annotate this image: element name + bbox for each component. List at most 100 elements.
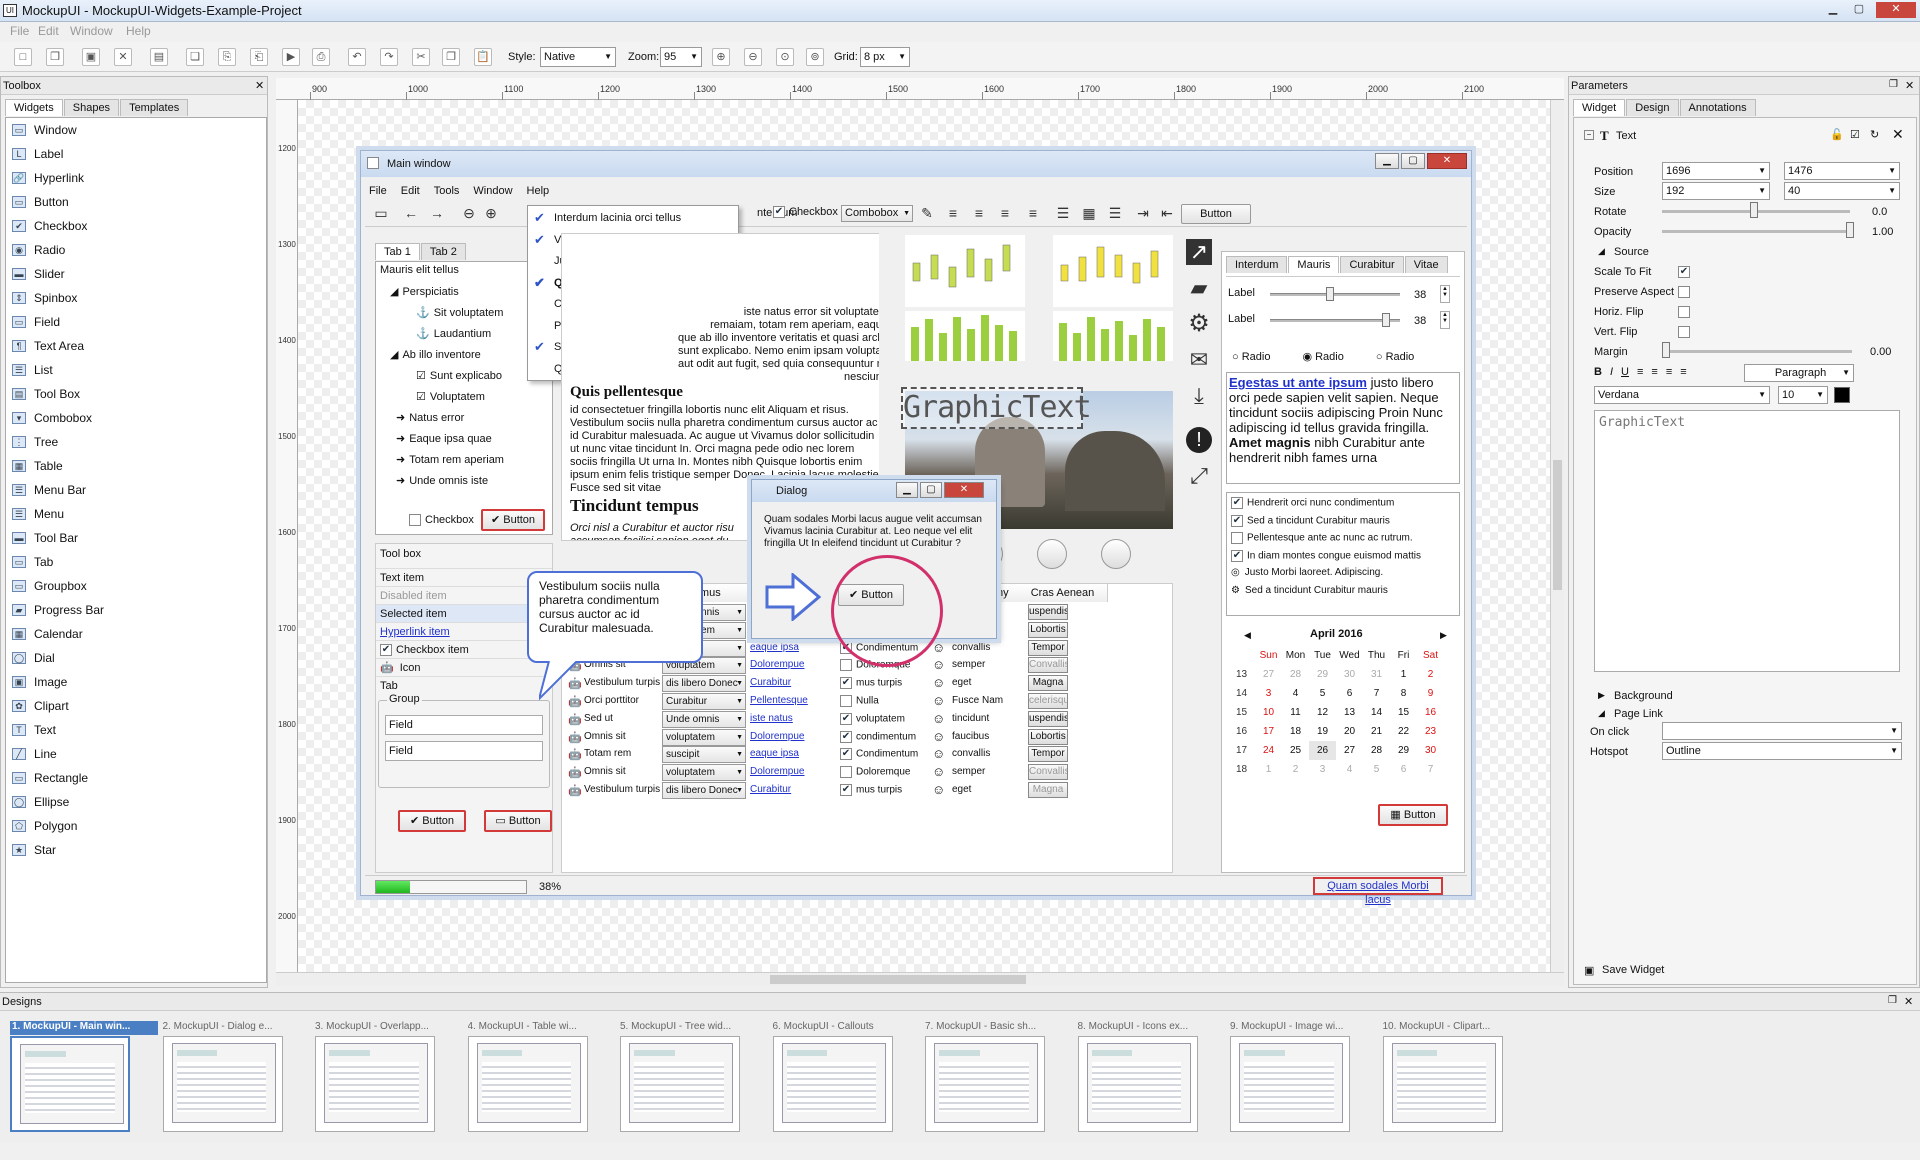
cal-prev-icon[interactable]: ◀ <box>1244 630 1251 641</box>
cal-day[interactable]: 23 <box>1417 722 1444 741</box>
onclick-select[interactable] <box>1662 722 1902 740</box>
align-center-icon[interactable]: ≡ <box>1651 366 1657 378</box>
size-h[interactable]: 40 <box>1784 182 1900 200</box>
opacity-handle[interactable] <box>1846 222 1854 238</box>
toolbox-close-icon[interactable]: ✕ <box>255 79 264 92</box>
position-y[interactable]: 1476 <box>1784 162 1900 180</box>
cal-day[interactable]: 26 <box>1309 741 1336 760</box>
redo-icon[interactable]: ↷ <box>380 48 398 66</box>
position-x[interactable]: 1696 <box>1662 162 1770 180</box>
tree-item[interactable]: ◢ Perspiciatis <box>390 285 459 298</box>
table-combo[interactable]: Unde omnis <box>662 710 746 728</box>
cal-day[interactable]: 14 <box>1363 703 1390 722</box>
fullscreen-icon[interactable]: ⤢ <box>1186 463 1212 489</box>
delete-icon[interactable]: ✕ <box>114 48 132 66</box>
table-link[interactable]: eaque ipsa <box>750 642 799 653</box>
cal-day[interactable]: 2 <box>1282 760 1309 779</box>
toolbox-item-hyperlink[interactable]: 🔗 Hyperlink <box>6 166 270 190</box>
radio-3[interactable]: ○ Radio <box>1376 351 1414 363</box>
table-button[interactable]: Convallis <box>1028 657 1068 674</box>
cal-day[interactable]: 1 <box>1255 760 1282 779</box>
tree-item[interactable]: ☑ Sunt explicabo <box>416 369 502 382</box>
cal-day[interactable]: 18 <box>1282 722 1309 741</box>
color-swatch[interactable] <box>1834 387 1850 403</box>
bold-icon[interactable]: B <box>1594 366 1602 378</box>
dialog-close-button[interactable]: ✕ <box>944 482 984 498</box>
checklist-item[interactable]: ⚙ Sed a tincidunt Curabitur mauris <box>1231 585 1388 596</box>
radio-1[interactable]: ○ Radio <box>1232 351 1270 363</box>
graphic-text-widget[interactable]: GraphicText <box>901 387 1092 429</box>
opacity-slider[interactable] <box>1662 230 1850 233</box>
table-combo[interactable]: dis libero Donec <box>662 782 746 799</box>
cal-day[interactable]: 1 <box>1390 665 1417 684</box>
cal-day[interactable]: 28 <box>1363 741 1390 760</box>
cal-day[interactable]: 4 <box>1336 760 1363 779</box>
cal-day[interactable]: 11 <box>1282 703 1309 722</box>
mock-toolbox-item[interactable]: Tab <box>376 676 552 694</box>
cal-day[interactable]: 7 <box>1363 684 1390 703</box>
fontsize-select[interactable]: 10 <box>1778 386 1828 404</box>
toolbox-item-combobox[interactable]: ▾ Combobox <box>6 406 270 430</box>
table-link[interactable]: Curabitur <box>750 784 791 795</box>
dial-4[interactable] <box>1101 539 1131 569</box>
table-button[interactable]: Lobortis <box>1028 728 1068 745</box>
align-right-icon[interactable]: ≡ <box>1025 205 1041 221</box>
slider-2-track[interactable] <box>1270 319 1400 322</box>
menu-edit[interactable]: Edit <box>38 24 59 38</box>
scale-checkbox[interactable]: ✔ <box>1678 266 1690 278</box>
table-button[interactable]: uspendiss <box>1028 604 1068 620</box>
align-justify-icon[interactable]: ≡ <box>1680 366 1686 378</box>
mock-close-button[interactable]: ✕ <box>1427 153 1467 169</box>
tree-item[interactable]: ➜ Natus error <box>396 411 464 424</box>
checklist-item[interactable]: ◎ Justo Morbi laoreet. Adipiscing. <box>1231 567 1383 578</box>
table-checkbox[interactable]: ✔ voluptatem <box>840 712 905 725</box>
mock-toolbox-item[interactable]: ✔ Checkbox item <box>376 640 552 658</box>
tab-widget[interactable]: Widget <box>1573 99 1626 116</box>
arrow-up-right-icon[interactable]: ↗ <box>1186 239 1212 265</box>
toolbox-item-rectangle[interactable]: ▭ Rectangle <box>6 766 270 790</box>
table-link[interactable]: iste natus <box>750 713 793 724</box>
toolbox-item-polygon[interactable]: ⬠ Polygon <box>6 814 270 838</box>
print-icon[interactable]: ⎙ <box>312 48 330 66</box>
tree-item[interactable]: ➜ Unde omnis iste <box>396 474 488 487</box>
minimize-button[interactable]: ▁ <box>1822 2 1844 18</box>
visible-check-icon[interactable]: ☑ <box>1850 128 1860 141</box>
right-tab[interactable]: Curabitur <box>1340 256 1404 273</box>
play-icon[interactable]: ▶ <box>282 48 300 66</box>
vflip-checkbox[interactable] <box>1678 326 1690 338</box>
cal-day[interactable]: 8 <box>1390 684 1417 703</box>
table-checkbox[interactable]: Doloremque <box>840 766 910 779</box>
radio-2[interactable]: ◉ Radio <box>1302 350 1343 363</box>
group-field[interactable]: Field <box>385 715 543 735</box>
toolbox-item-dial[interactable]: ◯ Dial <box>6 646 270 670</box>
hotspot-select[interactable]: Outline <box>1662 742 1902 760</box>
cal-day[interactable]: 17 <box>1255 722 1282 741</box>
table-link[interactable]: Curabitur <box>750 677 791 688</box>
cal-day[interactable]: 9 <box>1417 684 1444 703</box>
grid-icon[interactable]: ▦ <box>1081 205 1097 221</box>
edit-icon[interactable]: ✎ <box>919 205 935 221</box>
toolbox-item-menu[interactable]: ☰ Menu <box>6 502 270 526</box>
toolbox-item-image[interactable]: ▣ Image <box>6 670 270 694</box>
table-link[interactable]: Dolorempue <box>750 766 804 777</box>
table-combo[interactable]: suscipit <box>662 746 746 764</box>
toolbox-item-text-area[interactable]: ¶ Text Area <box>6 334 270 358</box>
cal-day[interactable]: 21 <box>1363 722 1390 741</box>
text-value-area[interactable]: GraphicText <box>1594 410 1900 672</box>
right-tab[interactable]: Vitae <box>1404 256 1448 273</box>
paragraph-select[interactable]: Paragraph <box>1744 364 1854 382</box>
toolbox-item-star[interactable]: ★ Star <box>6 838 270 862</box>
table-checkbox[interactable]: ✔ mus turpis <box>840 784 902 796</box>
tree-item[interactable]: ◢ Ab illo inventore <box>390 348 481 361</box>
toolbox-item-spinbox[interactable]: ⇕ Spinbox <box>6 286 270 310</box>
table-link[interactable]: Dolorempue <box>750 659 804 670</box>
toolbox-item-label[interactable]: L Label <box>6 142 270 166</box>
mock-toolbox-item[interactable]: Hyperlink item <box>376 622 552 640</box>
dialog-max-button[interactable]: ▢ <box>920 482 942 498</box>
cal-day[interactable]: 22 <box>1390 722 1417 741</box>
design-thumbnail[interactable] <box>1382 1036 1503 1132</box>
params-float-icon[interactable]: ❐ <box>1889 79 1898 90</box>
opacity-value[interactable]: 1.00 <box>1872 226 1893 238</box>
slider-2-handle[interactable] <box>1382 313 1390 327</box>
mail-icon[interactable]: ✉ <box>1186 347 1212 373</box>
